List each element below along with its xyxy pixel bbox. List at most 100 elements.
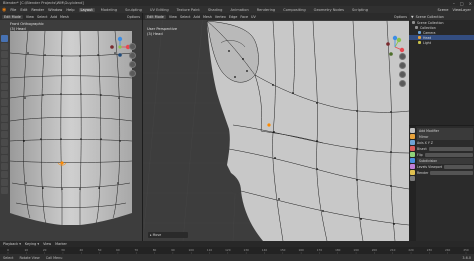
workspace-tab-sculpting[interactable]: Sculpting xyxy=(123,8,144,12)
right-menu-uv[interactable]: UV xyxy=(251,15,256,19)
right-menu-add[interactable]: Add xyxy=(193,15,200,19)
pan-icon[interactable] xyxy=(399,62,406,69)
shrink-tool-icon[interactable] xyxy=(1,171,8,178)
maximize-button[interactable]: □ xyxy=(460,1,464,6)
scene-selector[interactable]: Scene xyxy=(437,8,448,12)
annotate-tool-icon[interactable] xyxy=(1,83,8,90)
smooth-tool-icon[interactable] xyxy=(1,155,8,162)
modifier-tab-icon[interactable] xyxy=(410,158,415,163)
tool-tab-icon[interactable] xyxy=(410,128,415,133)
render-tab-icon[interactable] xyxy=(410,134,415,139)
output-tab-icon[interactable] xyxy=(410,140,415,145)
rip-tool-icon[interactable] xyxy=(1,187,8,194)
object-data-tab-icon[interactable] xyxy=(410,170,415,175)
pan-icon[interactable] xyxy=(129,52,136,59)
left-menu-view[interactable]: View xyxy=(26,15,34,19)
right-menu-edge[interactable]: Edge xyxy=(229,15,238,19)
zoom-icon[interactable] xyxy=(129,43,136,50)
viewport-front-ortho[interactable]: Edit Mode View Select Add Mesh Options F… xyxy=(0,13,142,241)
timeline-view-menu[interactable]: View xyxy=(43,242,51,246)
left-menu-select[interactable]: Select xyxy=(37,15,47,19)
extrude-tool-icon[interactable] xyxy=(1,99,8,106)
scene-tab-icon[interactable] xyxy=(410,146,415,151)
move-tool-icon[interactable] xyxy=(1,51,8,58)
active-vertex-perspective[interactable] xyxy=(267,123,271,127)
timeline-marker-menu[interactable]: Marker xyxy=(55,242,67,246)
blender-logo-icon[interactable]: ◉ xyxy=(2,7,6,13)
workspace-tab-uv-editing[interactable]: UV Editing xyxy=(148,8,171,12)
transform-tool-icon[interactable] xyxy=(1,75,8,82)
timeline-tick-label: 180 xyxy=(335,248,341,252)
spin-tool-icon[interactable] xyxy=(1,147,8,154)
world-tab-icon[interactable] xyxy=(410,152,415,157)
left-options-dropdown[interactable]: Options xyxy=(127,15,142,19)
minimize-button[interactable]: – xyxy=(453,1,455,6)
measure-tool-icon[interactable] xyxy=(1,91,8,98)
properties-panel: Add Modifier Mirror Axis X Y Z Bisect Fl… xyxy=(409,126,474,241)
right-mode-dropdown[interactable]: Edit Mode xyxy=(145,14,166,19)
knife-tool-icon[interactable] xyxy=(1,131,8,138)
scale-tool-icon[interactable] xyxy=(1,67,8,74)
menu-help[interactable]: Help xyxy=(66,8,74,12)
edge-slide-tool-icon[interactable] xyxy=(1,163,8,170)
outliner-row[interactable]: Light xyxy=(409,40,474,45)
camera-view-icon[interactable] xyxy=(129,61,136,68)
render-levels-row[interactable]: Render xyxy=(417,170,473,176)
active-vertex-front[interactable] xyxy=(60,161,64,165)
right-options-dropdown[interactable]: Options xyxy=(394,15,409,19)
physics-tab-icon[interactable] xyxy=(410,164,415,169)
right-menu-select[interactable]: Select xyxy=(180,15,190,19)
right-menu-mesh[interactable]: Mesh xyxy=(203,15,212,19)
workspace-tab-scripting[interactable]: Scripting xyxy=(350,8,370,12)
menu-file[interactable]: File xyxy=(10,8,16,12)
workspace-tab-texture-paint[interactable]: Texture Paint xyxy=(175,8,202,12)
poly-build-tool-icon[interactable] xyxy=(1,139,8,146)
rotate-tool-icon[interactable] xyxy=(1,59,8,66)
right-menu-face[interactable]: Face xyxy=(240,15,248,19)
menu-window[interactable]: Window xyxy=(48,8,62,12)
workspace-tab-geometry-nodes[interactable]: Geometry Nodes xyxy=(312,8,346,12)
workspace-tab-animation[interactable]: Animation xyxy=(228,8,250,12)
ortho-toggle-icon[interactable] xyxy=(129,70,136,77)
menu-render[interactable]: Render xyxy=(31,8,44,12)
inset-tool-icon[interactable] xyxy=(1,107,8,114)
outliner-filter-icon[interactable]: ▼ xyxy=(411,15,414,19)
zoom-icon[interactable] xyxy=(399,53,406,60)
bevel-tool-icon[interactable] xyxy=(1,115,8,122)
workspace-tab-modeling[interactable]: Modeling xyxy=(99,8,119,12)
shear-tool-icon[interactable] xyxy=(1,179,8,186)
last-operator-panel[interactable]: ▸ Move xyxy=(148,232,188,238)
view-layer-selector[interactable]: ViewLayer xyxy=(452,8,474,12)
perspective-mesh-canvas[interactable] xyxy=(143,13,409,241)
left-menu-mesh[interactable]: Mesh xyxy=(60,15,69,19)
loop-cut-tool-icon[interactable] xyxy=(1,123,8,130)
left-menu-add[interactable]: Add xyxy=(50,15,57,19)
levels-viewport-field[interactable] xyxy=(444,165,473,169)
viewport-user-perspective[interactable]: Edit Mode View Select Add Mesh Vertex Ed… xyxy=(143,13,409,241)
bisect-label: Bisect xyxy=(417,147,427,151)
flip-toggle[interactable] xyxy=(424,153,473,157)
timeline-ruler[interactable]: 0 10 20 30 40 50 60 70 80 90 100 110 120 130 140 150 160… xyxy=(0,247,474,254)
material-tab-icon[interactable] xyxy=(410,176,415,181)
timeline-keying-menu[interactable]: Keying ▾ xyxy=(25,242,39,246)
select-box-tool-icon[interactable] xyxy=(1,35,8,42)
camera-view-icon[interactable] xyxy=(399,71,406,78)
workspace-tab-compositing[interactable]: Compositing xyxy=(281,8,308,12)
cursor-tool-icon[interactable] xyxy=(1,43,8,50)
timeline-tick-label: 160 xyxy=(298,248,304,252)
ortho-toggle-icon[interactable] xyxy=(399,80,406,87)
workspace-tab-rendering[interactable]: Rendering xyxy=(255,8,277,12)
bisect-toggle[interactable] xyxy=(428,147,473,151)
left-mode-dropdown[interactable]: Edit Mode xyxy=(2,14,23,19)
timeline-playback-menu[interactable]: Playback ▾ xyxy=(3,242,21,246)
workspace-tab-shading[interactable]: Shading xyxy=(206,8,225,12)
right-menu-vertex[interactable]: Vertex xyxy=(215,15,226,19)
menu-edit[interactable]: Edit xyxy=(20,8,27,12)
add-modifier-label: Add Modifier xyxy=(419,129,440,133)
workspace-tab-layout[interactable]: Layout xyxy=(78,7,95,12)
close-button[interactable]: × xyxy=(469,1,472,6)
left-object-name: (3) Head xyxy=(10,26,26,31)
render-levels-field[interactable] xyxy=(430,171,473,175)
timeline-tick-label: 170 xyxy=(317,248,323,252)
right-menu-view[interactable]: View xyxy=(169,15,177,19)
